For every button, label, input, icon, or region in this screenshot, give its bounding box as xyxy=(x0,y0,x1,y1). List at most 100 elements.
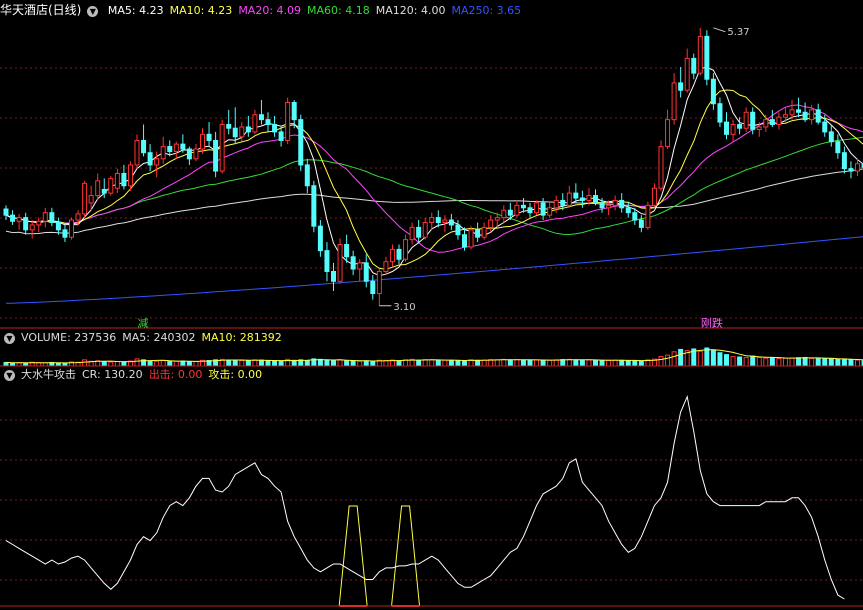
volume-bar xyxy=(789,357,795,367)
candle-body xyxy=(114,173,120,189)
indicator-legend: ▼ 大水牛攻击 CR: 130.20 出击: 0.00 攻击: 0.00 xyxy=(0,366,274,384)
candlestick-series[interactable] xyxy=(3,27,863,306)
candle-body xyxy=(344,244,350,258)
volume-bar xyxy=(331,360,336,367)
chevron-down-icon[interactable]: ▼ xyxy=(87,5,99,17)
candle-body xyxy=(691,57,697,74)
candle-body xyxy=(55,221,61,231)
candle-body xyxy=(462,234,467,248)
candle-body xyxy=(750,111,756,130)
candle-body xyxy=(252,114,258,133)
candle-body xyxy=(763,119,769,128)
main-legend: 华天酒店(日线) ▼ MA5: 4.23 MA10: 4.23 MA20: 4.09 M… xyxy=(0,1,533,19)
candle-body xyxy=(704,35,710,80)
candle-body xyxy=(416,226,422,238)
volume-bar xyxy=(697,350,703,367)
candle-body xyxy=(586,195,592,201)
candle-body xyxy=(848,168,854,172)
candle-body xyxy=(422,221,428,238)
candle-body xyxy=(62,229,68,238)
candle-body xyxy=(802,111,808,121)
candle-body xyxy=(206,133,212,141)
volume-bar xyxy=(724,354,729,367)
candle-body xyxy=(534,202,540,214)
candle-body xyxy=(835,141,841,154)
candle-body xyxy=(855,163,860,172)
candle-body xyxy=(658,146,664,189)
volume-bar xyxy=(560,359,566,367)
volume-bar xyxy=(822,358,828,367)
candle-body xyxy=(815,109,821,123)
candle-body xyxy=(625,207,631,214)
volume-bar xyxy=(678,348,684,367)
kline-chart-stage[interactable]: 5.373.10 减刚跌 xyxy=(0,0,863,610)
candle-body xyxy=(167,146,173,152)
candle-body xyxy=(789,109,795,116)
ma-label-0: MA5: 4.23 xyxy=(107,4,164,17)
candle-body xyxy=(272,124,278,133)
indicator-label-1: CR: 130.20 xyxy=(82,368,143,381)
candle-body xyxy=(154,158,160,166)
chevron-down-icon[interactable]: ▼ xyxy=(4,332,15,344)
candle-body xyxy=(265,119,271,126)
volume-bar xyxy=(665,354,671,367)
volume-bar xyxy=(638,360,644,367)
volume-bar xyxy=(671,351,677,367)
candle-body xyxy=(141,139,147,154)
candle-body xyxy=(494,217,500,221)
candle-body xyxy=(638,219,644,228)
candle-body xyxy=(822,121,828,133)
volume-bars[interactable] xyxy=(3,347,863,367)
candle-body xyxy=(573,192,579,199)
candle-body xyxy=(357,262,363,270)
volume-label-0: VOLUME: 237536 xyxy=(21,331,117,344)
volume-bar xyxy=(828,358,834,367)
candle-body xyxy=(160,146,166,160)
indicator-label-0: 大水牛攻击 xyxy=(21,368,76,381)
candle-body xyxy=(69,219,74,238)
candle-body xyxy=(363,262,369,282)
candle-body xyxy=(239,126,245,138)
volume-bar xyxy=(422,359,428,367)
volume-bar xyxy=(534,359,540,367)
candle-body xyxy=(383,261,389,272)
volume-bar xyxy=(593,359,598,367)
candle-body xyxy=(396,248,402,260)
candle-body xyxy=(278,131,284,141)
volume-bar xyxy=(344,360,350,367)
indicator-labels: 大水牛攻击 CR: 130.20 出击: 0.00 攻击: 0.00 xyxy=(21,368,268,381)
volume-bar xyxy=(317,358,323,367)
volume-labels: VOLUME: 237536 MA5: 240302 MA10: 281392 xyxy=(21,331,288,344)
chevron-down-icon[interactable]: ▼ xyxy=(4,369,15,381)
candle-body xyxy=(527,207,533,214)
candle-body xyxy=(291,101,297,121)
ma-label-4: MA120: 4.00 xyxy=(375,4,446,17)
ma-label-1: MA10: 4.23 xyxy=(169,4,233,17)
candle-body xyxy=(566,192,572,206)
ma-indicator-labels: MA5: 4.23 MA10: 4.23 MA20: 4.09 MA60: 4.18 M… xyxy=(108,4,527,17)
volume-label-2: MA10: 281392 xyxy=(201,331,282,344)
indicator-lines[interactable] xyxy=(5,394,845,607)
candle-body xyxy=(304,164,310,187)
volume-bar xyxy=(370,360,376,367)
price-annotation: 5.37 xyxy=(727,27,749,38)
volume-bar xyxy=(520,359,526,367)
candle-body xyxy=(776,116,782,126)
candle-body xyxy=(671,82,677,121)
candle-body xyxy=(520,204,526,209)
candle-body xyxy=(553,199,559,209)
volume-bar xyxy=(599,360,605,367)
ma-label-3: MA60: 4.18 xyxy=(307,4,370,17)
candle-body xyxy=(285,101,291,141)
candle-body xyxy=(468,229,474,248)
candle-body xyxy=(678,82,684,91)
cr-line xyxy=(5,394,845,600)
grid-lines xyxy=(0,67,863,581)
candle-body xyxy=(134,139,140,166)
volume-bar xyxy=(710,349,716,367)
stock-title[interactable]: 华天酒店(日线) xyxy=(0,3,81,17)
volume-bar xyxy=(291,359,297,367)
candle-body xyxy=(488,219,494,228)
volume-label-1: MA5: 240302 xyxy=(122,331,196,344)
candle-body xyxy=(684,57,690,91)
